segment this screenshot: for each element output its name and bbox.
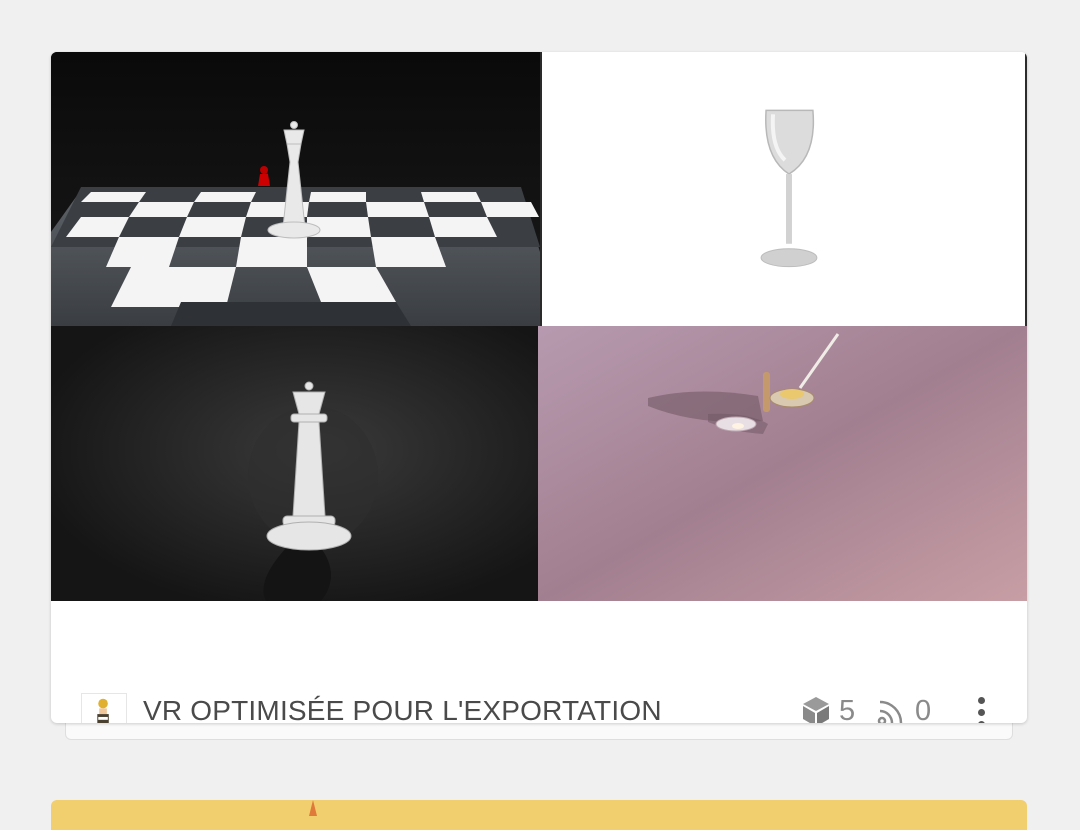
chess-queen-image [51, 326, 538, 601]
avatar-figure-icon [97, 698, 109, 723]
chess-board-image [51, 52, 540, 326]
next-collection-card[interactable] [51, 800, 1027, 830]
collection-card[interactable]: VR OPTIMISÉE POUR L'EXPORTATION 5 0 [51, 52, 1027, 723]
more-vert-icon[interactable] [966, 691, 996, 723]
thumbnail-wine-glass[interactable] [540, 52, 1027, 326]
followers-count-value: 0 [915, 694, 932, 724]
wine-glass-image [542, 52, 1027, 326]
next-card-thumbnail-fragment [309, 800, 317, 816]
still-life-image [538, 326, 1027, 601]
collection-title[interactable]: VR OPTIMISÉE POUR L'EXPORTATION [143, 693, 662, 723]
owner-avatar[interactable] [81, 693, 127, 723]
models-count: 5 [801, 691, 855, 723]
models-count-value: 5 [839, 694, 856, 724]
rss-icon [877, 700, 903, 723]
followers-count: 0 [877, 691, 931, 723]
collection-card-stack: VR OPTIMISÉE POUR L'EXPORTATION 5 0 [51, 52, 1027, 740]
collection-footer: VR OPTIMISÉE POUR L'EXPORTATION 5 0 [51, 601, 1027, 723]
thumbnail-chess-queen[interactable] [51, 326, 538, 601]
thumbnail-chess-board[interactable] [51, 52, 540, 326]
cube-icon [803, 697, 829, 723]
thumbnail-grid[interactable] [51, 52, 1027, 601]
thumbnail-still-life[interactable] [538, 326, 1027, 601]
